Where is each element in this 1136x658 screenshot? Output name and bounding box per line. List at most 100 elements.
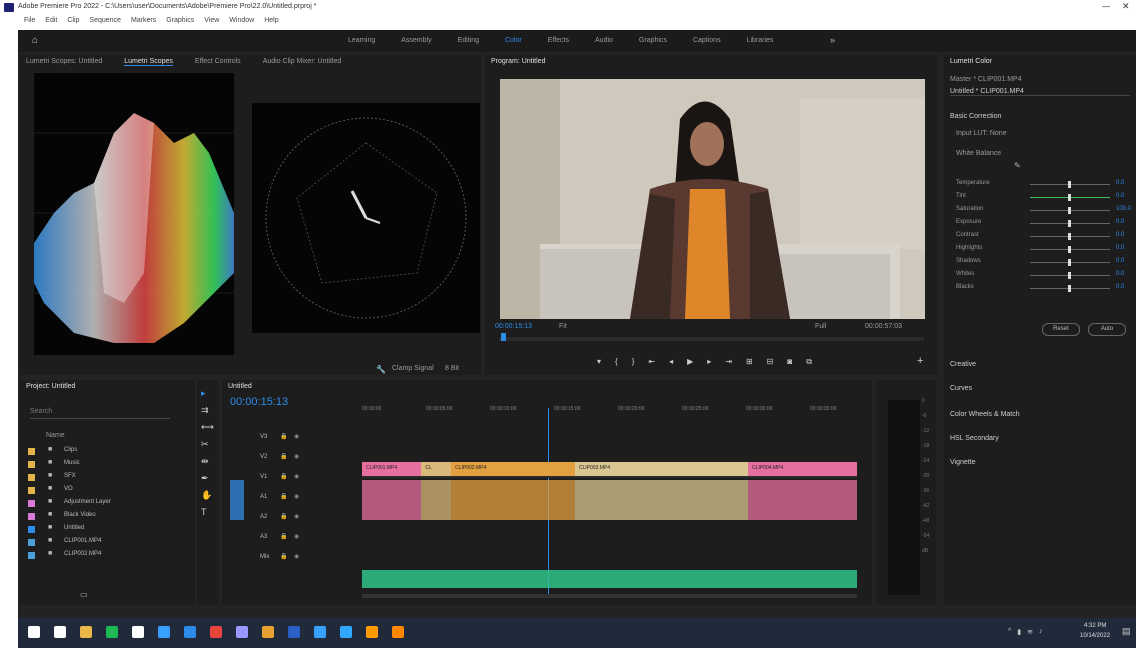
eyedropper-icon[interactable]: ✎ — [1014, 161, 1021, 170]
video-clip[interactable]: CLIP001.MP4 — [362, 462, 423, 476]
lumetri-slider[interactable] — [1030, 194, 1110, 201]
spotify-icon[interactable] — [106, 626, 118, 638]
eye-icon[interactable]: ◉ — [294, 453, 299, 460]
track-header-v2[interactable]: V2 🔒 ◉ — [230, 450, 360, 470]
lumetri-control-value[interactable]: 0.0 — [1116, 284, 1124, 290]
project-item[interactable]: ■ Clips — [28, 446, 188, 459]
file-explorer-icon[interactable] — [80, 626, 92, 638]
project-item[interactable]: ■ VO — [28, 485, 188, 498]
step-back-icon[interactable]: ◂ — [669, 357, 673, 367]
eye-icon[interactable]: ◉ — [294, 553, 299, 560]
lumetri-control-value[interactable]: 0.0 — [1116, 258, 1124, 264]
lumetri-slider[interactable] — [1030, 207, 1110, 214]
go-to-in-icon[interactable]: ⇤ — [648, 357, 655, 367]
chevron-up-icon[interactable]: ^ — [1008, 628, 1011, 636]
clock-time[interactable]: 4:32 PM — [1084, 623, 1106, 629]
program-scrubber[interactable] — [499, 333, 924, 341]
program-tab[interactable]: Program: Untitled — [491, 58, 545, 65]
search-input[interactable]: Search — [30, 408, 170, 419]
premiere-icon[interactable] — [236, 626, 248, 638]
source-patch[interactable] — [230, 480, 244, 520]
project-item[interactable]: ■ Untitled — [28, 524, 188, 537]
input-lut[interactable]: Input LUT: None — [956, 130, 1007, 137]
lumetri-slider-handle-icon[interactable] — [1068, 285, 1071, 292]
menu-item-markers[interactable]: Markers — [131, 17, 156, 24]
audio-clip[interactable] — [748, 480, 858, 520]
ms-office-icon[interactable] — [262, 626, 274, 638]
timeline-timecode[interactable]: 00:00:15:13 — [230, 396, 288, 408]
track-header-mix[interactable]: Mix 🔒 ◉ — [230, 550, 360, 570]
timeline-tab[interactable]: Untitled — [228, 383, 252, 390]
volume-icon[interactable]: ♪ — [1039, 628, 1043, 636]
scope-tab-2[interactable]: Effect Controls — [195, 58, 241, 66]
video-clip[interactable]: CLIP003.MP4 — [574, 462, 750, 476]
lumetri-control-value[interactable]: 0.0 — [1116, 245, 1124, 251]
project-item[interactable]: ■ Black Video — [28, 511, 188, 524]
scope-settings-icon[interactable]: 🔧 — [376, 365, 386, 374]
audio-clip[interactable] — [362, 480, 423, 520]
ripple-edit-icon[interactable]: ⟷ — [201, 422, 214, 433]
curves-section[interactable]: Curves — [950, 385, 972, 392]
track-header-v1[interactable]: V1 🔒 ◉ — [230, 470, 360, 490]
menu-item-graphics[interactable]: Graphics — [166, 17, 194, 24]
lock-icon[interactable]: 🔒 — [280, 533, 287, 540]
lumetri-master[interactable]: Master * CLIP001.MP4 — [950, 76, 1022, 83]
lumetri-slider-handle-icon[interactable] — [1068, 246, 1071, 253]
lumetri-slider-handle-icon[interactable] — [1068, 207, 1071, 214]
lumetri-slider[interactable] — [1030, 181, 1110, 188]
lumetri-slider-handle-icon[interactable] — [1068, 181, 1071, 188]
lumetri-slider[interactable] — [1030, 220, 1110, 227]
name-column-header[interactable]: Name — [46, 432, 65, 439]
eye-icon[interactable]: ◉ — [294, 533, 299, 540]
workspace-tab-audio[interactable]: Audio — [595, 37, 613, 44]
eye-icon[interactable]: ◉ — [294, 493, 299, 500]
start-icon[interactable] — [28, 626, 40, 638]
reset-button[interactable]: Reset — [1042, 323, 1080, 336]
video-clip[interactable]: CLIP002.MP4 — [451, 462, 576, 476]
menu-item-sequence[interactable]: Sequence — [89, 17, 121, 24]
workspace-tab-graphics[interactable]: Graphics — [639, 37, 667, 44]
store-icon[interactable] — [132, 626, 144, 638]
video-clip[interactable]: CL — [421, 462, 453, 476]
workspace-tab-assembly[interactable]: Assembly — [401, 37, 431, 44]
timeline-scrollbar[interactable] — [362, 594, 857, 598]
lumetri-slider-handle-icon[interactable] — [1068, 194, 1071, 201]
track-header-a3[interactable]: A3 🔒 ◉ — [230, 530, 360, 550]
project-item[interactable]: ■ SFX — [28, 472, 188, 485]
lumetri-control-value[interactable]: 0.0 — [1116, 271, 1124, 277]
playhead-marker-icon[interactable] — [501, 333, 506, 341]
workspace-tab-editing[interactable]: Editing — [458, 37, 479, 44]
battery-icon[interactable]: ▮ — [1017, 628, 1021, 636]
lumetri-slider[interactable] — [1030, 285, 1110, 292]
lock-icon[interactable]: 🔒 — [280, 553, 287, 560]
lumetri-slider[interactable] — [1030, 233, 1110, 240]
track-select-icon[interactable]: ⇉ — [201, 405, 214, 416]
menu-item-view[interactable]: View — [204, 17, 219, 24]
paint-icon[interactable] — [314, 626, 326, 638]
slip-tool-icon[interactable]: ⇹ — [201, 456, 214, 467]
scope-tab-0[interactable]: Lumetri Scopes: Untitled — [26, 58, 102, 66]
color-wheels-section[interactable]: Color Wheels & Match — [950, 411, 1020, 418]
selection-tool-icon[interactable]: ▸ — [201, 388, 214, 399]
project-item[interactable]: ■ CLIP002.MP4 — [28, 550, 188, 563]
workspace-tab-libraries[interactable]: Libraries — [747, 37, 774, 44]
vlc-icon[interactable] — [392, 626, 404, 638]
bit-depth-label[interactable]: 8 Bit — [445, 365, 459, 372]
go-to-out-icon[interactable]: ⇥ — [725, 357, 732, 367]
photoshop-icon[interactable] — [340, 626, 352, 638]
creative-section[interactable]: Creative — [950, 361, 976, 368]
camera-icon[interactable]: ◙ — [787, 357, 792, 367]
auto-button[interactable]: Auto — [1088, 323, 1126, 336]
audio-clip[interactable] — [574, 480, 750, 520]
track-header-a2[interactable]: A2 🔒 ◉ — [230, 510, 360, 530]
clock-date[interactable]: 10/14/2022 — [1080, 633, 1110, 639]
type-tool-icon[interactable]: T — [201, 507, 214, 517]
lumetri-sequence-select[interactable]: Untitled * CLIP001.MP4 — [950, 88, 1130, 96]
hand-tool-icon[interactable]: ✋ — [201, 490, 214, 501]
lumetri-control-value[interactable]: 0.0 — [1116, 232, 1124, 238]
project-item[interactable]: ■ Music — [28, 459, 188, 472]
workspace-menu-icon[interactable]: » — [830, 35, 835, 45]
step-forward-icon[interactable]: ▸ — [707, 357, 711, 367]
eye-icon[interactable]: ◉ — [294, 473, 299, 480]
overwrite-icon[interactable]: ⊟ — [767, 357, 774, 367]
